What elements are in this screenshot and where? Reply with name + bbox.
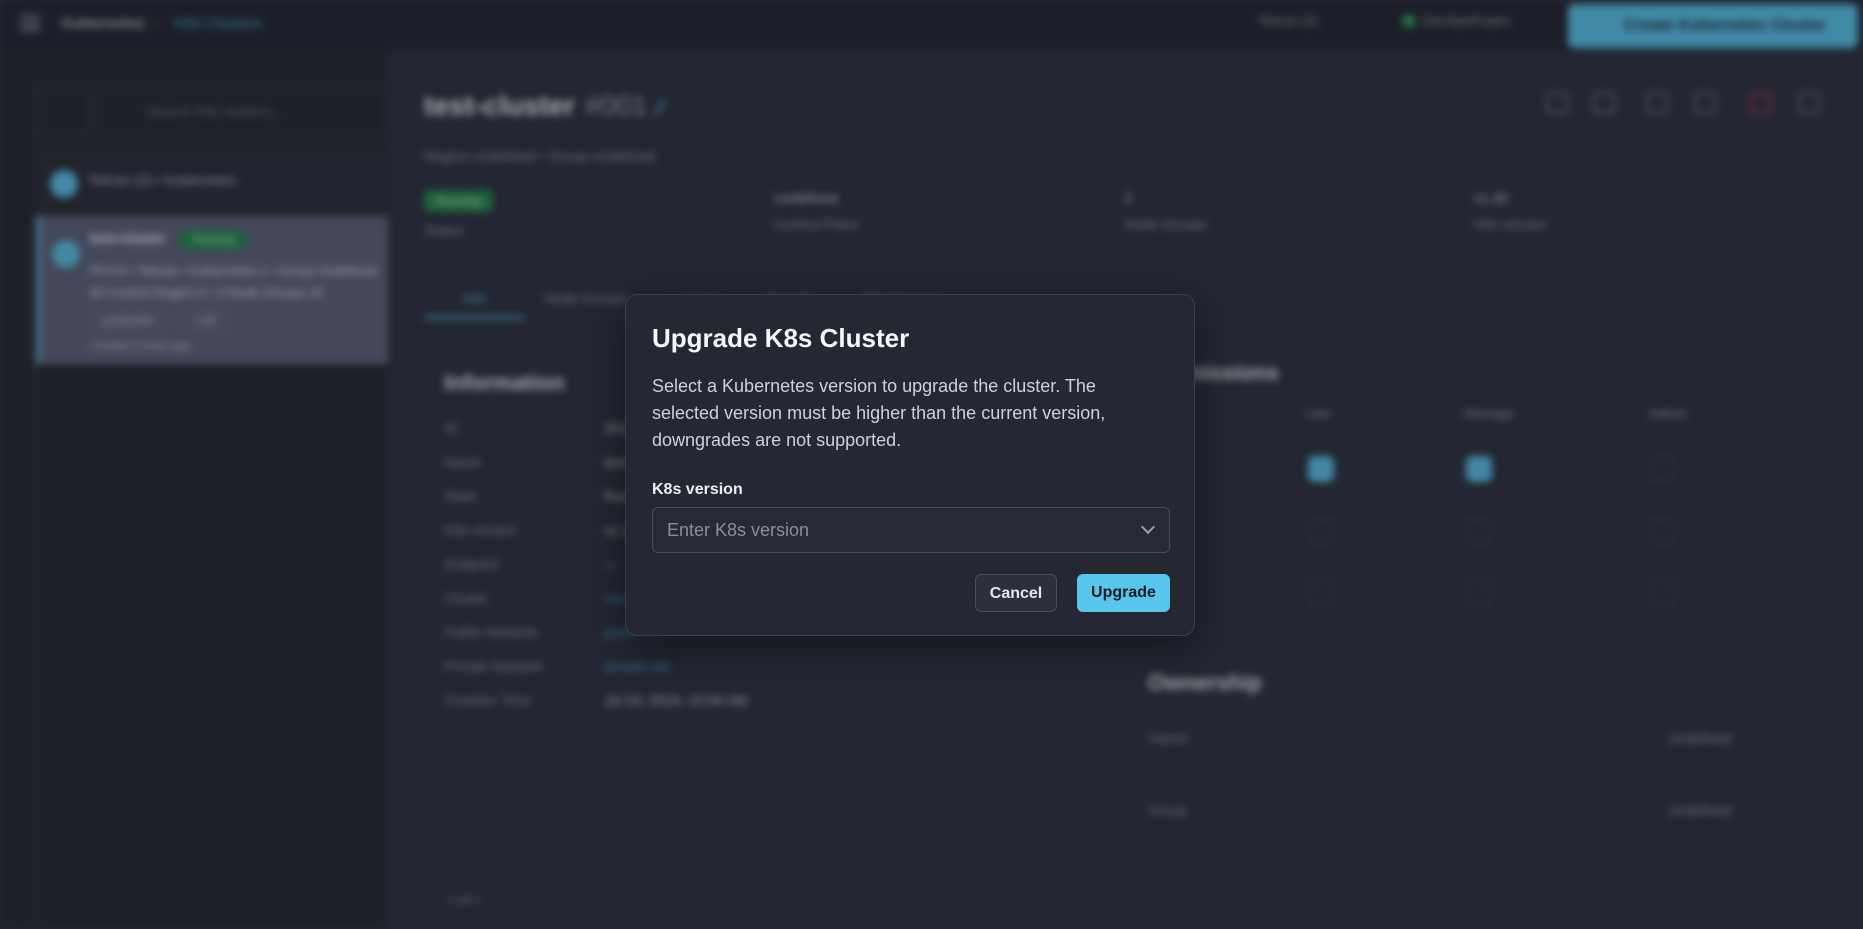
select-placeholder: Enter K8s version <box>667 520 810 540</box>
dialog-title: Upgrade K8s Cluster <box>652 323 910 353</box>
upgrade-cluster-dialog: Upgrade K8s Cluster Select a Kubernetes … <box>625 294 1195 636</box>
dialog-description: Select a Kubernetes version to upgrade t… <box>652 376 1106 450</box>
k8s-version-select[interactable]: Enter K8s version <box>652 507 1170 553</box>
k8s-version-label: K8s version <box>652 481 743 498</box>
cancel-button[interactable]: Cancel <box>975 574 1057 612</box>
chevron-down-icon <box>1140 519 1156 535</box>
upgrade-button[interactable]: Upgrade <box>1077 574 1170 612</box>
